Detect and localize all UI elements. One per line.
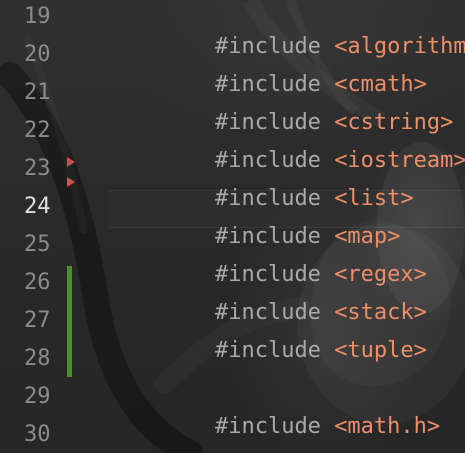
code-line[interactable]: 29 #include <math.h> — [0, 380, 465, 439]
current-code-line[interactable]: 24 #include <map> — [0, 177, 465, 249]
line-number: 25 — [24, 232, 51, 257]
code-lines: 19 #include <algorithm> 20 #include <cma… — [0, 0, 465, 453]
line-number: 20 — [24, 42, 51, 67]
line-number: 22 — [24, 118, 51, 143]
line-number: 29 — [24, 384, 51, 409]
red-triangle-marker-icon[interactable] — [67, 177, 75, 187]
code-line[interactable]: 20 #include <cmath> — [0, 38, 465, 97]
code-line[interactable]: 26 #include <stack> — [0, 266, 465, 325]
line-number: 19 — [24, 4, 51, 29]
empty-code-line[interactable]: 30 — [0, 418, 465, 453]
code-line[interactable]: 21 #include <cstring> — [0, 76, 465, 135]
line-number: 23 — [24, 156, 51, 181]
code-line[interactable]: 19 #include <algorithm> — [0, 0, 465, 59]
line-number: 28 — [24, 346, 51, 371]
line-number: 26 — [24, 270, 51, 295]
code-line[interactable]: 27 #include <tuple> — [0, 304, 465, 363]
line-number: 30 — [24, 422, 51, 447]
code-line[interactable]: 25 #include <regex> — [0, 228, 465, 287]
line-number: 27 — [24, 308, 51, 333]
code-line[interactable]: 22 #include <iostream> — [0, 114, 465, 173]
code-editor[interactable]: 19 #include <algorithm> 20 #include <cma… — [0, 0, 465, 453]
red-triangle-marker-icon[interactable] — [67, 157, 75, 167]
empty-code-line[interactable]: 28 — [0, 342, 465, 380]
line-number: 21 — [24, 80, 51, 105]
line-number: 24 — [24, 194, 51, 219]
